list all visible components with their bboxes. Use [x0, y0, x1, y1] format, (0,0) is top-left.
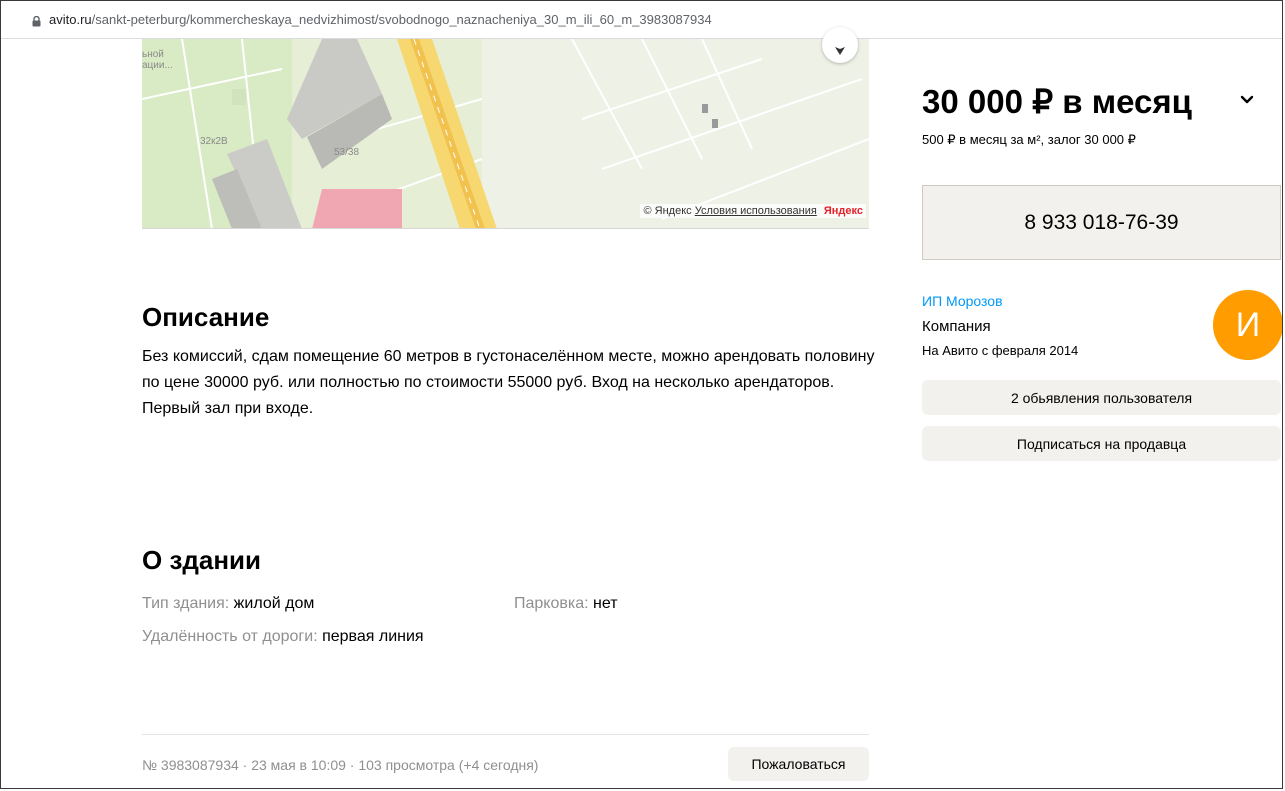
param-building-type: Тип здания: жилой дом	[142, 595, 314, 613]
param-key: Парковка:	[514, 595, 594, 612]
seller-name-link[interactable]: ИП Морозов	[922, 293, 1003, 309]
map-copyright: © Яндекс	[643, 205, 692, 217]
param-key: Удалённость от дороги:	[142, 628, 323, 645]
footer-divider	[142, 734, 869, 735]
price: 30 000 ₽ в месяц	[922, 83, 1192, 120]
map-label: ьной	[142, 49, 164, 60]
price-details: 500 ₽ в месяц за м², залог 30 000 ₽	[922, 132, 1136, 147]
map-canvas	[142, 39, 869, 228]
building-heading: О здании	[142, 545, 262, 575]
map-attribution: © Яндекс Условия использования Яндекс	[640, 204, 866, 218]
subscribe-seller-button[interactable]: Подписаться на продавца	[922, 426, 1281, 461]
map-label: 32к2В	[200, 136, 228, 147]
map-label: 53/38	[334, 147, 360, 158]
avatar[interactable]: И	[1213, 290, 1283, 360]
address-bar[interactable]: avito.ru/sankt-peterburg/kommercheskaya_…	[1, 1, 1283, 39]
param-value: жилой дом	[233, 595, 315, 612]
seller-type: Компания	[922, 318, 991, 335]
compass-icon	[835, 47, 845, 55]
chevron-down-icon[interactable]	[1239, 91, 1255, 107]
phone-button[interactable]: 8 933 018-76-39	[922, 185, 1281, 260]
yandex-logo: Яндекс	[823, 205, 863, 217]
map-compass-button[interactable]	[822, 27, 858, 63]
param-key: Тип здания:	[142, 595, 234, 612]
description-heading: Описание	[142, 302, 270, 332]
url-path: /sankt-peterburg/kommercheskaya_nedvizhi…	[91, 12, 712, 27]
param-value: первая линия	[322, 628, 424, 645]
map-terms-link[interactable]: Условия использования	[695, 205, 817, 217]
location-map[interactable]: ьной ации... 32к2В 53/38 © Яндекс Услови…	[142, 39, 869, 229]
param-value: нет	[593, 595, 618, 612]
map-label: ации...	[142, 60, 173, 71]
user-ads-button[interactable]: 2 обьявления пользователя	[922, 380, 1281, 415]
description-text: Без комиссий, сдам помещение 60 метров в…	[142, 348, 875, 417]
lock-icon	[32, 16, 41, 27]
url-host: avito.ru	[49, 12, 92, 27]
param-road-distance: Удалённость от дороги: первая линия	[142, 628, 424, 646]
report-button[interactable]: Пожаловаться	[728, 747, 869, 781]
listing-meta: № 3983087934 · 23 мая в 10:09 · 103 прос…	[142, 757, 539, 773]
param-parking: Парковка: нет	[514, 595, 618, 613]
url-text[interactable]: avito.ru/sankt-peterburg/kommercheskaya_…	[49, 12, 712, 27]
seller-since: На Авито с февраля 2014	[922, 343, 1079, 358]
